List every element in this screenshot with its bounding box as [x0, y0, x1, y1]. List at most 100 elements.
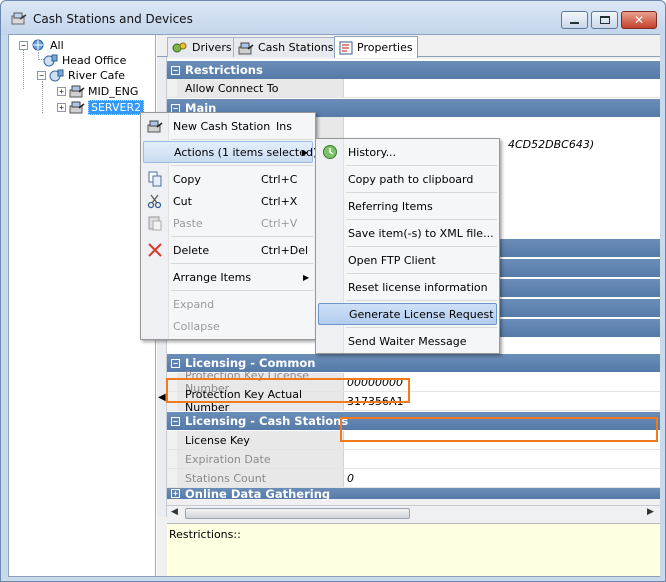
close-button[interactable]: ✕: [621, 11, 657, 29]
property-value[interactable]: 00000000: [344, 373, 660, 391]
menu-item-generate-license-request[interactable]: Generate License Request: [318, 303, 497, 325]
cash-station-icon: [69, 101, 85, 113]
context-menu: New Cash Station Ins Actions (1 items se…: [140, 112, 317, 340]
scroll-left-icon[interactable]: ◀: [171, 507, 178, 517]
description-text: Restrictions::: [169, 528, 241, 541]
submenu-arrow-icon: ▶: [302, 147, 309, 157]
menu-item-referring-items[interactable]: Referring Items: [318, 195, 497, 217]
menu-item-delete[interactable]: Delete Ctrl+Del: [143, 239, 313, 261]
tree-node-label: All: [50, 38, 64, 52]
tree-node-server2[interactable]: + SERVER2: [57, 99, 145, 115]
collapse-icon[interactable]: −: [19, 40, 28, 50]
menu-item-reset-license[interactable]: Reset license information: [318, 276, 497, 298]
menu-item-open-ftp[interactable]: Open FTP Client: [318, 249, 497, 271]
close-icon: ✕: [633, 13, 645, 27]
tree-node-head-office[interactable]: Head Office: [43, 52, 126, 68]
title-bar[interactable]: Cash Stations and Devices ✕: [1, 1, 665, 35]
cash-station-icon: [69, 85, 85, 97]
expand-icon[interactable]: +: [57, 102, 66, 112]
tree-line: [38, 52, 39, 60]
horizontal-scrollbar[interactable]: ◀ ▶: [167, 505, 660, 521]
tree-node-label: River Cafe: [68, 68, 126, 82]
maximize-icon: [599, 16, 610, 24]
property-value: 4CD52DBC643): [508, 138, 595, 151]
menu-item-copy[interactable]: Copy Ctrl+C: [143, 168, 313, 190]
tree-node-river-cafe[interactable]: − River Cafe: [37, 67, 125, 83]
menu-item-send-waiter-message[interactable]: Send Waiter Message: [318, 330, 497, 352]
collapse-icon[interactable]: −: [171, 358, 180, 368]
window-title: Cash Stations and Devices: [33, 12, 193, 26]
tree-line: [42, 81, 43, 113]
tree-node-label: MID_ENG: [88, 84, 139, 98]
expand-icon[interactable]: +: [171, 489, 180, 498]
menu-item-arrange-items[interactable]: Arrange Items ▶: [143, 266, 313, 288]
property-name: Stations Count: [177, 469, 344, 487]
cut-icon: [147, 194, 162, 209]
expand-icon[interactable]: +: [57, 86, 66, 96]
category-label: Licensing - Cash Stations: [185, 414, 349, 428]
menu-item-cut[interactable]: Cut Ctrl+X: [143, 190, 313, 212]
license-key-input[interactable]: [344, 431, 660, 449]
tree-node-label: SERVER2: [88, 99, 145, 115]
restaurant-icon: [43, 54, 58, 66]
scroll-right-icon[interactable]: ▶: [647, 507, 654, 517]
network-icon: [32, 39, 44, 50]
tab-label: Cash Stations: [258, 41, 334, 54]
tree-node-mid-eng[interactable]: + MID_ENG: [57, 83, 138, 99]
category-label: Licensing - Common: [185, 356, 316, 370]
menu-item-expand[interactable]: Expand: [143, 293, 313, 315]
tab-label: Drivers: [192, 41, 232, 54]
scrollbar-thumb[interactable]: [185, 508, 410, 519]
category-label: Restrictions: [185, 63, 263, 77]
menu-item-collapse[interactable]: Collapse: [143, 315, 313, 337]
description-pane: Restrictions::: [167, 523, 660, 576]
properties-icon: [339, 41, 353, 54]
cash-stations-icon: [238, 42, 254, 54]
tab-label: Properties: [357, 41, 413, 54]
menu-item-paste[interactable]: Paste Ctrl+V: [143, 212, 313, 234]
drivers-icon: [172, 42, 187, 52]
category-online-data-gathering[interactable]: + Online Data Gathering: [167, 486, 660, 501]
tree-node-all[interactable]: − All: [19, 37, 64, 53]
menu-item-copy-path[interactable]: Copy path to clipboard: [318, 168, 497, 190]
new-cash-station-icon: [147, 120, 163, 133]
category-licensing-cash-stations[interactable]: − Licensing - Cash Stations: [167, 412, 660, 430]
category-restrictions[interactable]: − Restrictions: [167, 61, 660, 79]
minimize-button[interactable]: [561, 11, 588, 29]
chevron-left-icon: ◀: [158, 392, 166, 403]
property-name: Protection Key Actual Number: [177, 388, 344, 414]
menu-item-history[interactable]: History...: [318, 141, 497, 163]
tab-drivers[interactable]: Drivers: [167, 37, 237, 57]
property-value[interactable]: [344, 79, 660, 97]
menu-item-actions[interactable]: Actions (1 items selected) ▶: [143, 141, 317, 163]
collapse-icon[interactable]: −: [37, 70, 46, 80]
property-name: Expiration Date: [177, 450, 344, 468]
property-row[interactable]: Stations Count 0: [167, 469, 660, 488]
tab-bar: Drivers Cash Stations Properties: [157, 35, 660, 58]
property-row[interactable]: Protection Key Actual Number 317356A1: [167, 388, 660, 414]
menu-item-save-xml[interactable]: Save item(-s) to XML file...: [318, 222, 497, 244]
minimize-icon: [570, 22, 579, 24]
property-row[interactable]: Allow Connect To: [167, 79, 660, 98]
tree-node-label: Head Office: [62, 53, 127, 67]
property-name: License Key: [177, 431, 344, 449]
property-row[interactable]: License Key: [167, 431, 660, 450]
collapse-icon[interactable]: −: [171, 65, 180, 75]
tab-properties[interactable]: Properties: [334, 36, 418, 58]
collapse-icon[interactable]: −: [171, 416, 180, 426]
tab-cash-stations[interactable]: Cash Stations: [233, 37, 339, 57]
delete-icon: [148, 243, 162, 257]
copy-icon: [148, 171, 162, 187]
restaurant-icon: [49, 69, 64, 81]
tree-panel[interactable]: − All Head Office − River Cafe + MID_ENG…: [9, 35, 156, 576]
tree-line: [23, 49, 24, 89]
property-name: Allow Connect To: [177, 79, 344, 97]
menu-item-new-cash-station[interactable]: New Cash Station Ins: [143, 115, 313, 137]
property-row[interactable]: Expiration Date: [167, 450, 660, 469]
category-label: Online Data Gathering: [185, 486, 331, 501]
maximize-button[interactable]: [591, 11, 618, 29]
history-icon: [323, 145, 337, 159]
property-value[interactable]: 317356A1: [344, 392, 660, 410]
property-value[interactable]: [344, 450, 660, 468]
property-value[interactable]: 0: [344, 469, 660, 487]
